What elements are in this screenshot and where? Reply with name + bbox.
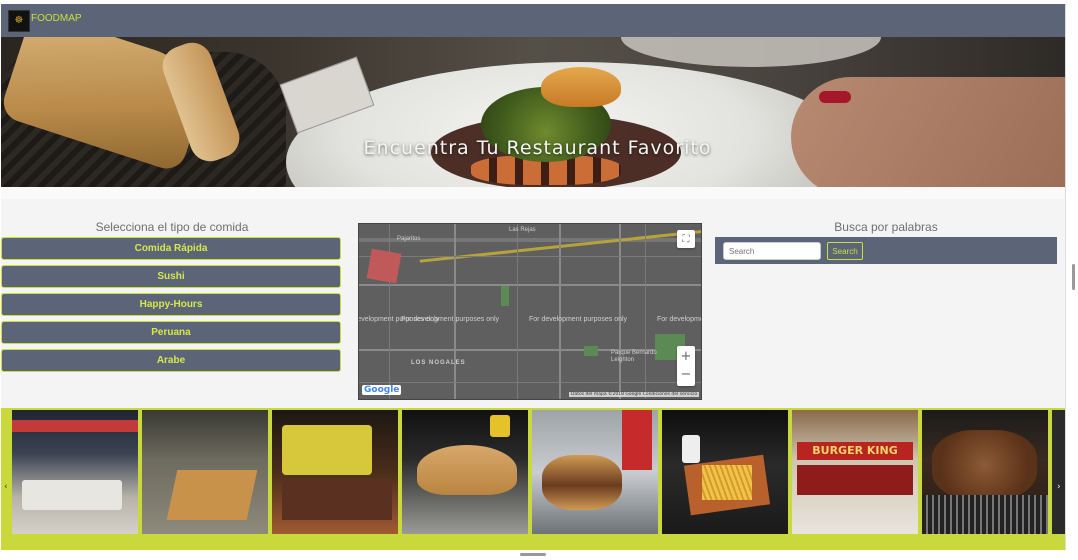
map-attribution[interactable]: Datos del mapa ©2018 Google Condiciones …: [569, 392, 700, 397]
foodmap-logo-icon[interactable]: ☸: [8, 10, 30, 32]
search-heading: Busca por palabras: [834, 220, 938, 234]
map-dev-text: For development purposes only: [529, 316, 628, 323]
category-button-sushi[interactable]: Sushi: [1, 265, 341, 288]
food-court-tables: [22, 480, 122, 510]
category-button-arabe[interactable]: Arabe: [1, 349, 341, 372]
map-tile-line: [359, 256, 701, 257]
google-logo[interactable]: Google: [362, 385, 402, 395]
map-road: [619, 224, 621, 399]
map-label-las-rejas: Las Rejas: [509, 227, 536, 233]
wooden-table: [166, 470, 258, 520]
drink-cup: [682, 435, 700, 463]
burger-king-wrapper: [622, 410, 652, 470]
carousel-image-burger-wrapped[interactable]: [532, 410, 658, 534]
page-frame: ☸ FOODMAP Encuentra Tu Restaurant Favori…: [1, 4, 1066, 550]
horizontal-resize-handle[interactable]: [520, 553, 546, 556]
map-road: [359, 284, 701, 286]
carousel-image-burger-plate[interactable]: [402, 410, 528, 534]
hero-banner: Encuentra Tu Restaurant Favorito: [1, 37, 1065, 187]
background-plate: [621, 37, 881, 67]
map-tile-line: [359, 382, 701, 383]
brand-link[interactable]: FOODMAP: [31, 13, 82, 24]
map-label-los-nogales: LOS NOGALES: [411, 360, 466, 366]
map-dev-text: For development purposes only: [657, 316, 701, 323]
truck-seating: [282, 480, 392, 520]
category-button-comida-rapida[interactable]: Comida Rápida: [1, 237, 341, 260]
mustard-bottle: [490, 415, 510, 437]
categories-heading: Selecciona el tipo de comida: [95, 220, 249, 234]
map-dev-text: For development purposes only: [401, 316, 500, 323]
divider: [1, 187, 1065, 199]
food-court-sign: [12, 420, 138, 432]
carousel-image-food-court[interactable]: [12, 410, 138, 534]
fullscreen-icon[interactable]: ⛶: [677, 230, 695, 248]
carousel-next-button[interactable]: ›: [1057, 482, 1061, 492]
search-button[interactable]: Search: [827, 242, 863, 260]
fingernail: [819, 91, 851, 103]
search-bar: Search: [715, 237, 1057, 264]
map-park: [501, 286, 509, 306]
carousel-image-grilled-meat[interactable]: [922, 410, 1048, 534]
map-tile-line: [645, 224, 646, 399]
map-tile-line: [517, 224, 518, 399]
french-fries: [702, 465, 752, 500]
category-button-happy-hours[interactable]: Happy-Hours: [1, 293, 341, 316]
navbar: ☸ FOODMAP: [1, 4, 1065, 37]
fish-fillet: [541, 67, 621, 107]
map-label-parque: Parque Bernardo Leighton: [611, 350, 657, 363]
zoom-in-button[interactable]: +: [681, 348, 692, 366]
map-road: [559, 224, 561, 399]
map-road: [454, 224, 456, 399]
vertical-resize-handle[interactable]: [1072, 264, 1075, 290]
search-input[interactable]: [723, 242, 821, 260]
map-tile-line: [389, 224, 390, 399]
counter: [797, 465, 913, 495]
carousel-image-burger-king[interactable]: BURGER KING: [792, 410, 918, 534]
carousel-image-fries-tray[interactable]: [662, 410, 788, 534]
map-park: [584, 346, 598, 356]
carousel-image-food-truck[interactable]: [272, 410, 398, 534]
zoom-control: + −: [677, 346, 695, 386]
burger-bun: [417, 445, 517, 495]
hero-title: Encuentra Tu Restaurant Favorito: [363, 137, 712, 159]
carousel-prev-button[interactable]: ‹: [4, 482, 8, 492]
map-highlight-area: [366, 248, 402, 284]
image-carousel: ‹ BURGER KING ›: [1, 408, 1065, 550]
carousel-image-restaurant-tables[interactable]: [142, 410, 268, 534]
carousel-image-partial: [1052, 410, 1065, 534]
map-label-pajaritos: Pajaritos: [397, 236, 421, 242]
grill: [922, 495, 1048, 534]
burger-king-sign: BURGER KING: [797, 442, 913, 460]
category-button-peruana[interactable]: Peruana: [1, 321, 341, 344]
grilled-chicken: [932, 430, 1037, 500]
google-logo-text: Google: [364, 385, 400, 395]
yellow-food-truck: [282, 425, 372, 475]
zoom-out-button[interactable]: −: [681, 366, 692, 384]
cheeseburger: [542, 455, 622, 510]
google-map[interactable]: Pajaritos Las Rejas LOS NOGALES Parque B…: [358, 223, 702, 400]
